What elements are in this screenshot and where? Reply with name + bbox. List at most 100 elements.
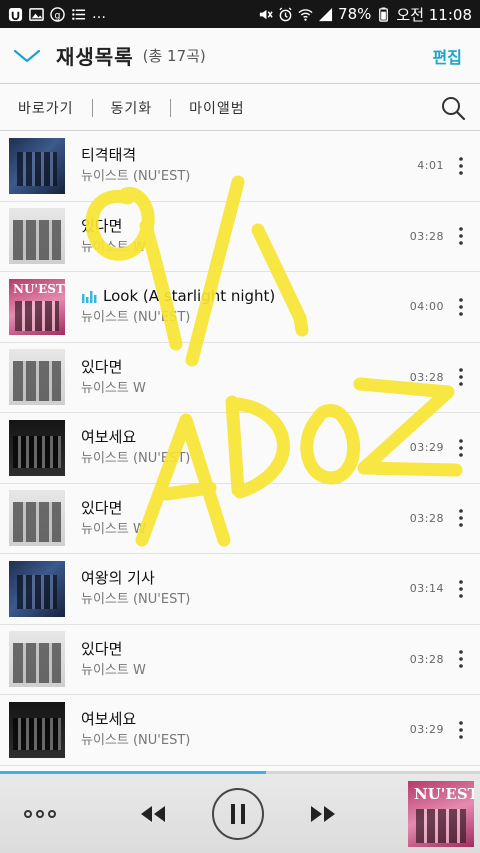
kebab-menu-icon [459, 720, 463, 739]
song-title-text: Look (A starlight night) [103, 287, 276, 306]
song-info: Look (A starlight night) 뉴이스트 (NU'EST) [81, 285, 410, 328]
song-more-button[interactable] [452, 433, 470, 463]
status-bar: g … 78% 오전 11:08 [0, 0, 480, 28]
song-row[interactable]: 여보세요 뉴이스트 (NU'EST) 03:29 [0, 695, 480, 766]
song-title: Look (A starlight night) [81, 285, 410, 307]
my-album-button[interactable]: 마이앨범 [171, 98, 263, 118]
album-thumbnail [9, 631, 65, 688]
song-info: 있다면뉴이스트 W [81, 638, 410, 681]
song-title: 여왕의 기사 [81, 567, 410, 589]
next-button[interactable] [308, 802, 338, 826]
app-notification-icon [8, 7, 23, 22]
collapse-button[interactable] [4, 28, 50, 84]
song-artist: 뉴이스트 (NU'EST) [81, 451, 191, 467]
song-list: 티격태격 뉴이스트 (NU'EST) 4:01 있다면 뉴이스트 W 03:28 NU'ES… [0, 131, 480, 766]
song-row[interactable]: 티격태격 뉴이스트 (NU'EST) 4:01 [0, 131, 480, 202]
album-thumbnail [9, 490, 65, 547]
song-artist: 뉴이스트 (NU'EST) [81, 310, 191, 326]
album-thumbnail: NU'EST [9, 278, 65, 335]
song-artist: 뉴이스트 (NU'EST) [81, 169, 191, 185]
song-row[interactable]: 여보세요뉴이스트 (NU'EST) 03:29 [0, 413, 480, 484]
kebab-menu-icon [459, 579, 463, 598]
song-more-button[interactable] [452, 644, 470, 674]
album-thumbnail [9, 419, 65, 476]
pause-icon [231, 803, 245, 824]
clock: 오전 11:08 [396, 5, 472, 24]
song-title-text: 있다면 [81, 498, 123, 517]
page-title: 재생목록 [56, 45, 134, 69]
song-duration: 03:28 [409, 511, 444, 525]
song-info: 티격태격뉴이스트 (NU'EST) [81, 144, 417, 187]
previous-button[interactable] [138, 802, 168, 826]
song-row[interactable]: 있다면 뉴이스트 W 03:28 [0, 201, 480, 272]
gallery-notification-icon [29, 7, 44, 22]
battery-percent: 78% [338, 5, 372, 23]
song-artist: 뉴이스트 W [81, 662, 146, 678]
shortcut-button[interactable]: 바로가기 [0, 98, 92, 118]
search-button[interactable] [440, 95, 466, 121]
song-title-text: 있다면 [81, 357, 123, 376]
album-thumbnail [9, 208, 65, 265]
song-title: 여보세요 [81, 708, 410, 730]
player-more-button[interactable] [24, 809, 56, 818]
search-icon [442, 96, 466, 120]
song-row[interactable]: 있다면 뉴이스트 W 03:28 [0, 342, 480, 413]
song-more-button[interactable] [452, 715, 470, 745]
kebab-menu-icon [459, 297, 463, 316]
song-title-text: 여왕의 기사 [81, 569, 155, 588]
app-header: 재생목록 (총 17곡) 편집 [0, 28, 480, 84]
song-title: 여보세요 [81, 426, 410, 448]
kebab-menu-icon [459, 650, 463, 669]
song-more-button[interactable] [452, 362, 470, 392]
kebab-menu-icon [459, 368, 463, 387]
song-artist: 뉴이스트 W [81, 239, 146, 255]
alarm-icon [278, 6, 293, 22]
dot-icon [48, 809, 56, 818]
song-row[interactable]: 있다면 뉴이스트 W 03:28 [0, 624, 480, 695]
kebab-menu-icon [459, 156, 463, 175]
song-more-button[interactable] [452, 292, 470, 322]
playlist-toolbar: 바로가기 동기화 마이앨범 [0, 85, 480, 131]
status-right: 78% 오전 11:08 [258, 4, 472, 25]
song-artist: 뉴이스트 (NU'EST) [81, 733, 191, 749]
song-title: 있다면 [81, 356, 410, 378]
chevron-down-icon [13, 49, 41, 62]
song-artist: 뉴이스트 W [81, 521, 146, 537]
album-thumbnail [9, 137, 65, 194]
mute-icon [258, 7, 273, 22]
song-info: 여왕의 기사 뉴이스트 (NU'EST) [81, 567, 410, 610]
song-row[interactable]: NU'EST Look (A starlight night) 뉴이스트 (NU'E… [0, 272, 480, 343]
song-duration: 03:28 [409, 370, 444, 384]
song-more-button[interactable] [452, 151, 470, 181]
album-thumbnail [9, 349, 65, 406]
dot-icon [36, 809, 44, 818]
song-duration: 03:29 [409, 441, 444, 455]
song-title-text: 티격태격 [81, 146, 137, 165]
song-title-text: 있다면 [81, 639, 123, 658]
album-thumbnail-logo: NU'EST [13, 281, 65, 296]
music-player-screen: g … 78% 오전 11:08 재생목록 (총 17곡) 편집 바로가기 동기… [0, 0, 480, 853]
song-row[interactable]: 여왕의 기사 뉴이스트 (NU'EST) 03:14 [0, 554, 480, 625]
signal-icon [318, 7, 333, 22]
song-artist: 뉴이스트 W [81, 380, 146, 396]
song-more-button[interactable] [452, 221, 470, 251]
album-thumbnail [9, 701, 65, 758]
song-more-button[interactable] [452, 503, 470, 533]
kebab-menu-icon [459, 509, 463, 528]
album-thumbnail [9, 560, 65, 617]
pause-button[interactable] [212, 787, 264, 840]
song-duration: 03:14 [409, 582, 444, 596]
mini-player: NU'EST [0, 774, 480, 853]
album-art-logo: NU'EST [414, 784, 474, 803]
song-info: 있다면뉴이스트 W [81, 356, 410, 399]
edit-button[interactable]: 편집 [433, 44, 462, 68]
song-duration: 4:01 [417, 159, 444, 173]
song-more-button[interactable] [452, 574, 470, 604]
song-title-text: 여보세요 [81, 428, 137, 447]
now-playing-album-art[interactable]: NU'EST [408, 780, 474, 847]
song-row[interactable]: 있다면뉴이스트 W 03:28 [0, 483, 480, 554]
song-title: 있다면 [81, 638, 410, 660]
svg-text:g: g [55, 10, 61, 21]
sync-button[interactable]: 동기화 [93, 98, 171, 118]
fast-forward-icon [311, 805, 335, 822]
